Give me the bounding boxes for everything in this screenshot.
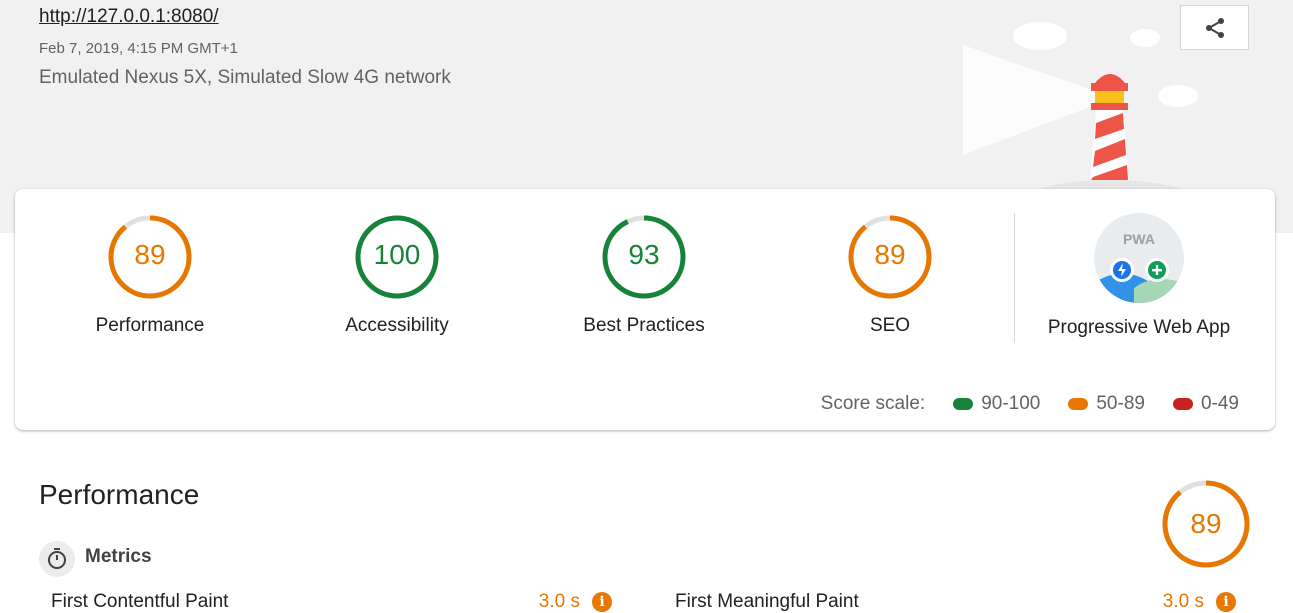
metric-name: First Meaningful Paint: [675, 591, 859, 612]
pass-pill-icon: [953, 398, 974, 410]
score-value: 89: [874, 239, 906, 270]
svg-text:PWA: PWA: [1123, 231, 1155, 247]
category-label: Accessibility: [345, 315, 449, 336]
score-scale-label: Score scale:: [820, 393, 926, 414]
score-value: 100: [373, 239, 421, 270]
info-icon[interactable]: i: [592, 592, 612, 612]
lighthouse-illustration: [963, 22, 1198, 189]
category-label: Best Practices: [583, 315, 705, 336]
score-value: 89: [1190, 508, 1222, 539]
scale-range-fail: 0-49: [1172, 393, 1239, 415]
report-environment: Emulated Nexus 5X, Simulated Slow 4G net…: [39, 67, 451, 88]
scale-range-label: 90-100: [981, 393, 1041, 414]
metric-name: First Contentful Paint: [51, 591, 229, 612]
category-label: Performance: [95, 315, 205, 336]
gauge-best-practices[interactable]: 93 Best Practices: [524, 213, 764, 337]
scale-range-pass: 90-100: [953, 393, 1040, 415]
stopwatch-icon: [39, 541, 75, 577]
category-label: SEO: [869, 315, 911, 336]
metric-value: 3.0 s: [538, 591, 580, 612]
score-scale-legend: Score scale: 90-100 50-89 0-49: [821, 393, 1239, 415]
gauge-seo[interactable]: 89 SEO: [770, 213, 1010, 337]
info-icon[interactable]: i: [1216, 592, 1236, 612]
gauge-performance[interactable]: 89 Performance: [30, 213, 270, 337]
category-label: Progressive Web App: [1047, 317, 1231, 338]
metric-value: 3.0 s: [1162, 591, 1204, 612]
scale-range-label: 0-49: [1200, 393, 1239, 414]
section-title-performance: Performance: [39, 479, 200, 510]
metrics-heading: Metrics: [85, 546, 152, 567]
pwa-badge-icon: PWA: [1094, 213, 1184, 303]
score-value: 89: [134, 239, 166, 270]
report-date: Feb 7, 2019, 4:15 PM GMT+1: [39, 40, 238, 57]
scale-range-label: 50-89: [1096, 393, 1145, 414]
report-url-link[interactable]: http://127.0.0.1:8080/: [39, 6, 219, 28]
gauge-accessibility[interactable]: 100 Accessibility: [277, 213, 517, 337]
scale-range-average: 50-89: [1068, 393, 1145, 415]
score-value: 93: [628, 239, 660, 270]
performance-section-gauge: 89: [1160, 478, 1252, 570]
average-pill-icon: [1068, 398, 1089, 410]
pwa-divider: [1014, 213, 1015, 343]
fail-pill-icon: [1172, 398, 1193, 410]
gauge-pwa[interactable]: PWA Progressive Web App: [1019, 213, 1259, 339]
category-summary-card: 89 Performance 100 Accessibility 93 Best…: [15, 189, 1275, 430]
